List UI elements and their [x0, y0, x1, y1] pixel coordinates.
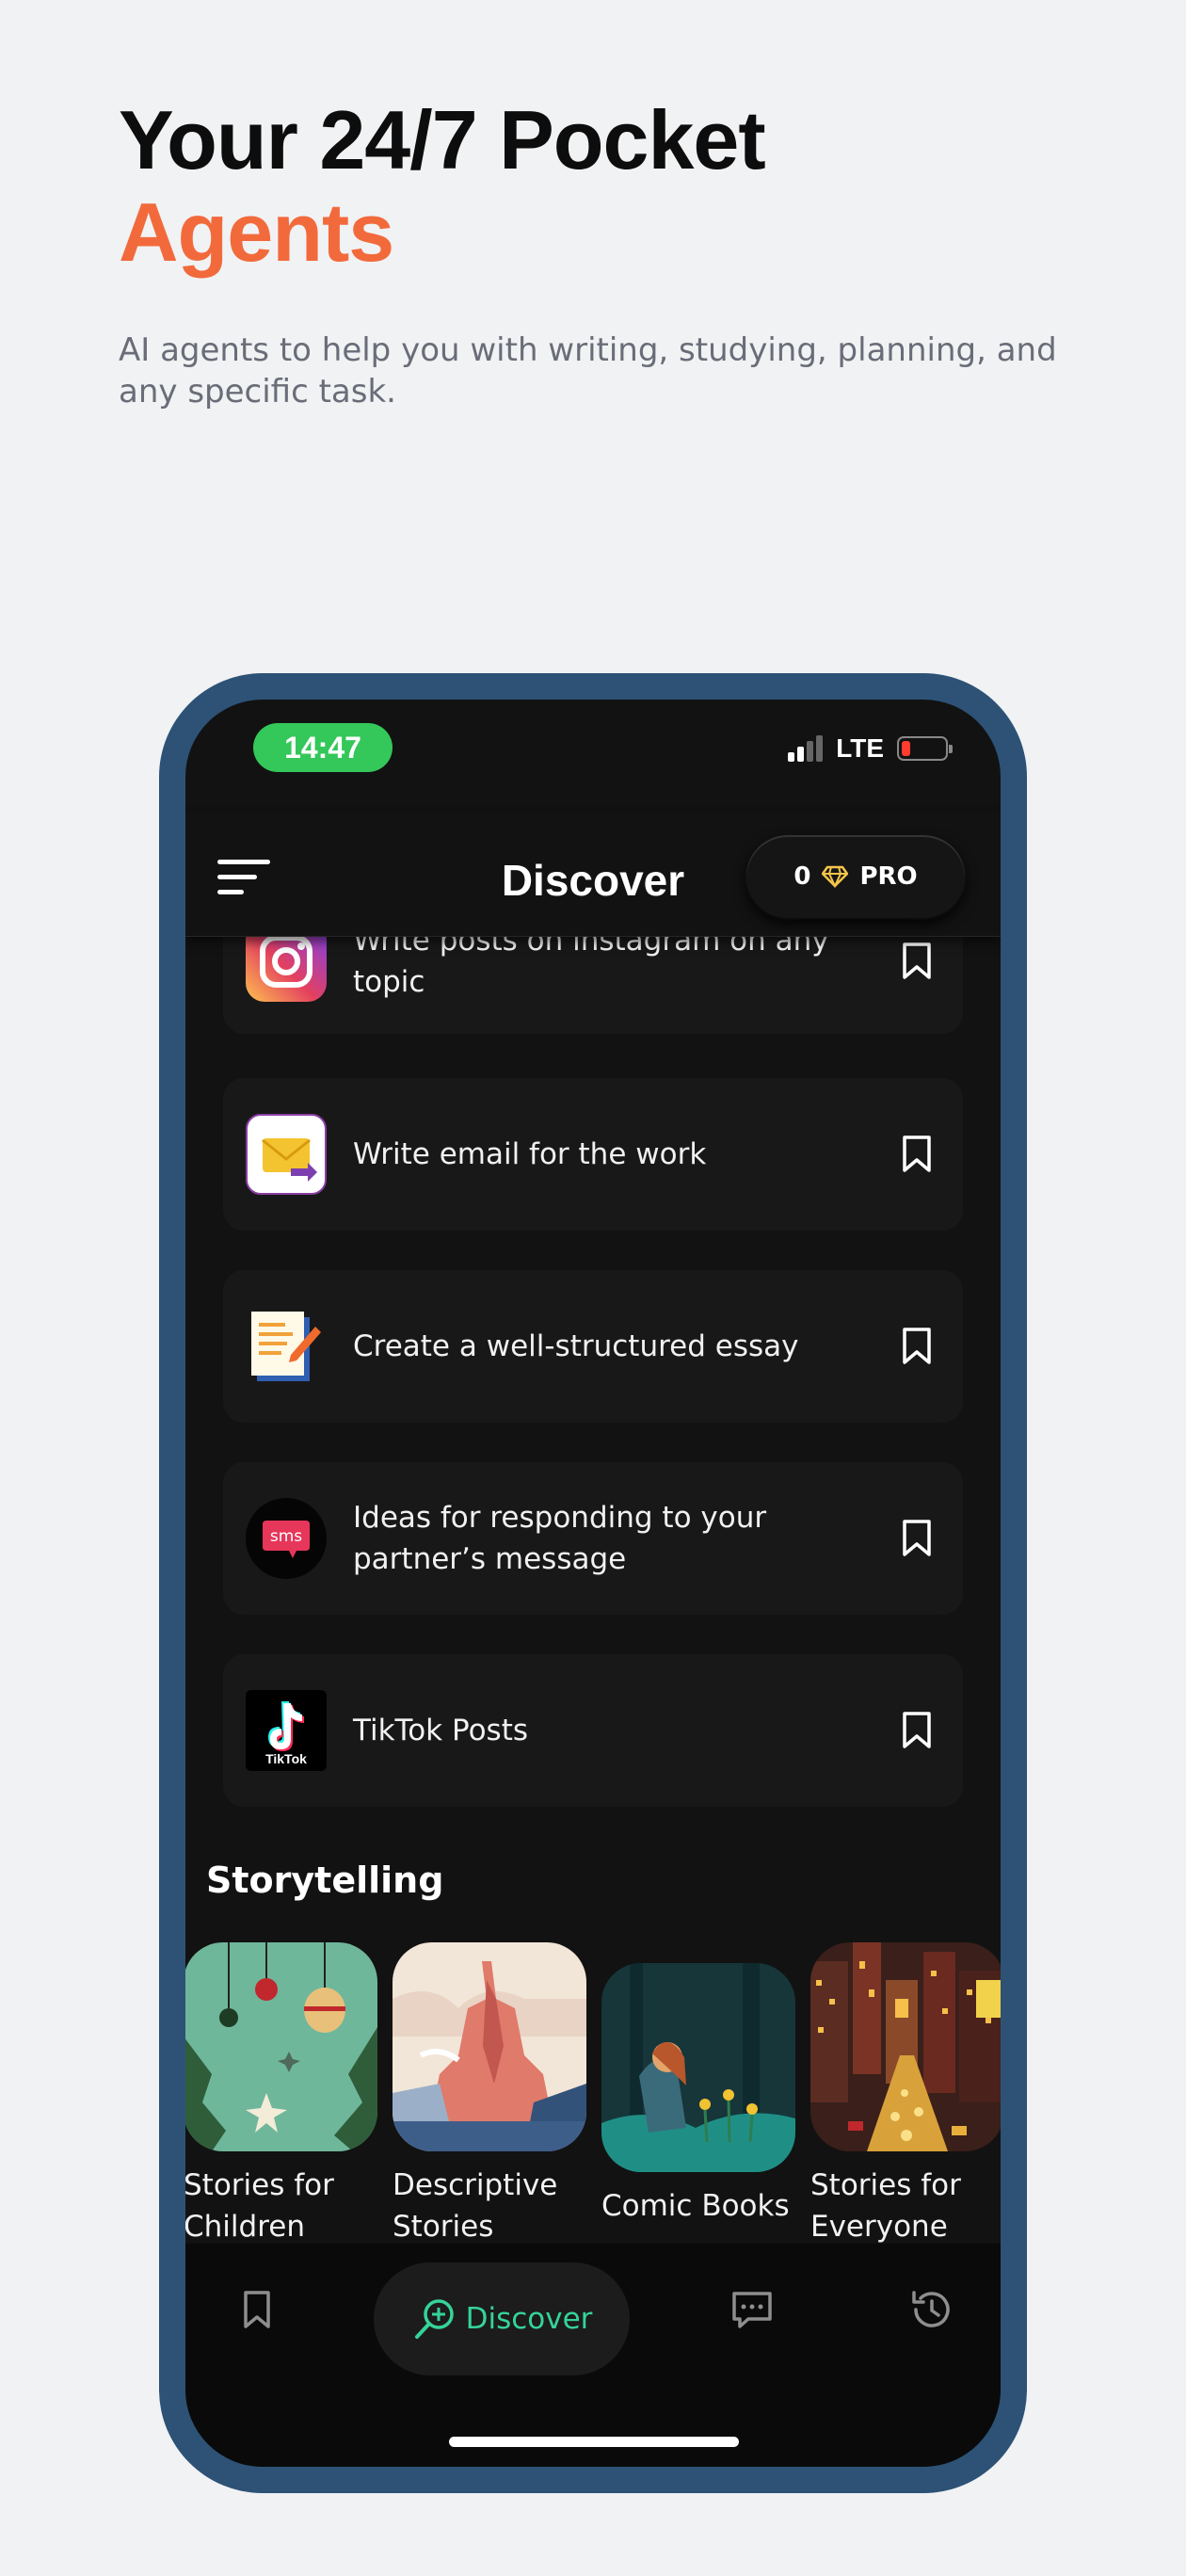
phone-screen: 14:47 LTE Write posts on instagram on an…	[185, 700, 1001, 2467]
nav-bookmarks-icon[interactable]	[234, 2287, 280, 2332]
battery-icon	[897, 736, 953, 761]
story-image	[810, 1942, 1001, 2151]
nav-discover[interactable]: Discover	[374, 2262, 630, 2375]
story-label: Comic Books	[601, 2189, 790, 2223]
bookmark-icon[interactable]	[901, 942, 933, 981]
nav-history-icon[interactable]	[908, 2287, 954, 2332]
story-label: Descriptive Stories	[393, 2168, 558, 2244]
bottom-nav: Discover	[185, 2244, 1001, 2467]
agent-card-tiktok[interactable]: TikTok TikTok Posts	[223, 1654, 963, 1807]
story-item-children[interactable]: Stories for Children	[185, 1942, 377, 2247]
hero-title: Your 24/7 Pocket Agents	[119, 93, 766, 279]
card-label: Create a well-structured essay	[353, 1329, 799, 1363]
tiktok-icon-text: TikTok	[265, 1751, 307, 1766]
phone-frame: 14:47 LTE Write posts on instagram on an…	[159, 673, 1027, 2493]
nav-chat-icon[interactable]	[729, 2287, 775, 2332]
story-item-descriptive[interactable]: Descriptive Stories	[393, 1942, 586, 2247]
bookmark-icon[interactable]	[901, 1135, 933, 1174]
story-label: Stories for Children	[185, 2168, 334, 2244]
home-indicator[interactable]	[449, 2437, 739, 2447]
sms-icon-text: sms	[270, 1527, 302, 1546]
network-label: LTE	[836, 733, 884, 763]
document-icon	[246, 1306, 327, 1387]
nav-discover-label: Discover	[465, 2302, 593, 2336]
card-label: Ideas for responding to your partner’s m…	[353, 1501, 767, 1576]
story-item-everyone[interactable]: Stories for Everyone	[810, 1942, 1001, 2247]
tiktok-icon: TikTok	[246, 1690, 327, 1771]
sms-icon: sms	[246, 1498, 327, 1579]
bookmark-icon[interactable]	[901, 1519, 933, 1558]
story-image	[601, 1963, 795, 2172]
menu-icon[interactable]	[217, 860, 272, 899]
card-label: Write email for the work	[353, 1137, 707, 1171]
section-title-storytelling: Storytelling	[206, 1860, 444, 1901]
hero-title-accent: Agents	[119, 185, 394, 279]
story-image	[185, 1942, 377, 2151]
pro-button[interactable]: 0 PRO	[746, 835, 965, 918]
story-image	[393, 1942, 586, 2151]
bookmark-icon[interactable]	[901, 1327, 933, 1366]
agent-card-email[interactable]: Write email for the work	[223, 1078, 963, 1231]
credits-count: 0	[793, 862, 811, 891]
agent-card-partner-message[interactable]: sms Ideas for responding to your partner…	[223, 1462, 963, 1615]
email-icon	[246, 1114, 327, 1195]
story-item-comic[interactable]: Comic Books	[601, 1942, 795, 2227]
hero-subtitle: AI agents to help you with writing, stud…	[119, 331, 1057, 411]
status-indicators: LTE	[788, 730, 953, 767]
story-label: Stories for Everyone	[810, 2168, 961, 2244]
signal-icon	[788, 735, 824, 762]
card-label: TikTok Posts	[353, 1714, 528, 1747]
bookmark-icon[interactable]	[901, 1711, 933, 1750]
pro-label: PRO	[859, 862, 918, 891]
app-header: Discover 0 PRO	[185, 813, 1001, 937]
status-time: 14:47	[253, 723, 393, 772]
diamond-icon	[822, 865, 849, 888]
hero-title-line1: Your 24/7 Pocket	[119, 93, 766, 186]
agent-card-essay[interactable]: Create a well-structured essay	[223, 1270, 963, 1423]
discover-search-icon	[414, 2299, 454, 2339]
